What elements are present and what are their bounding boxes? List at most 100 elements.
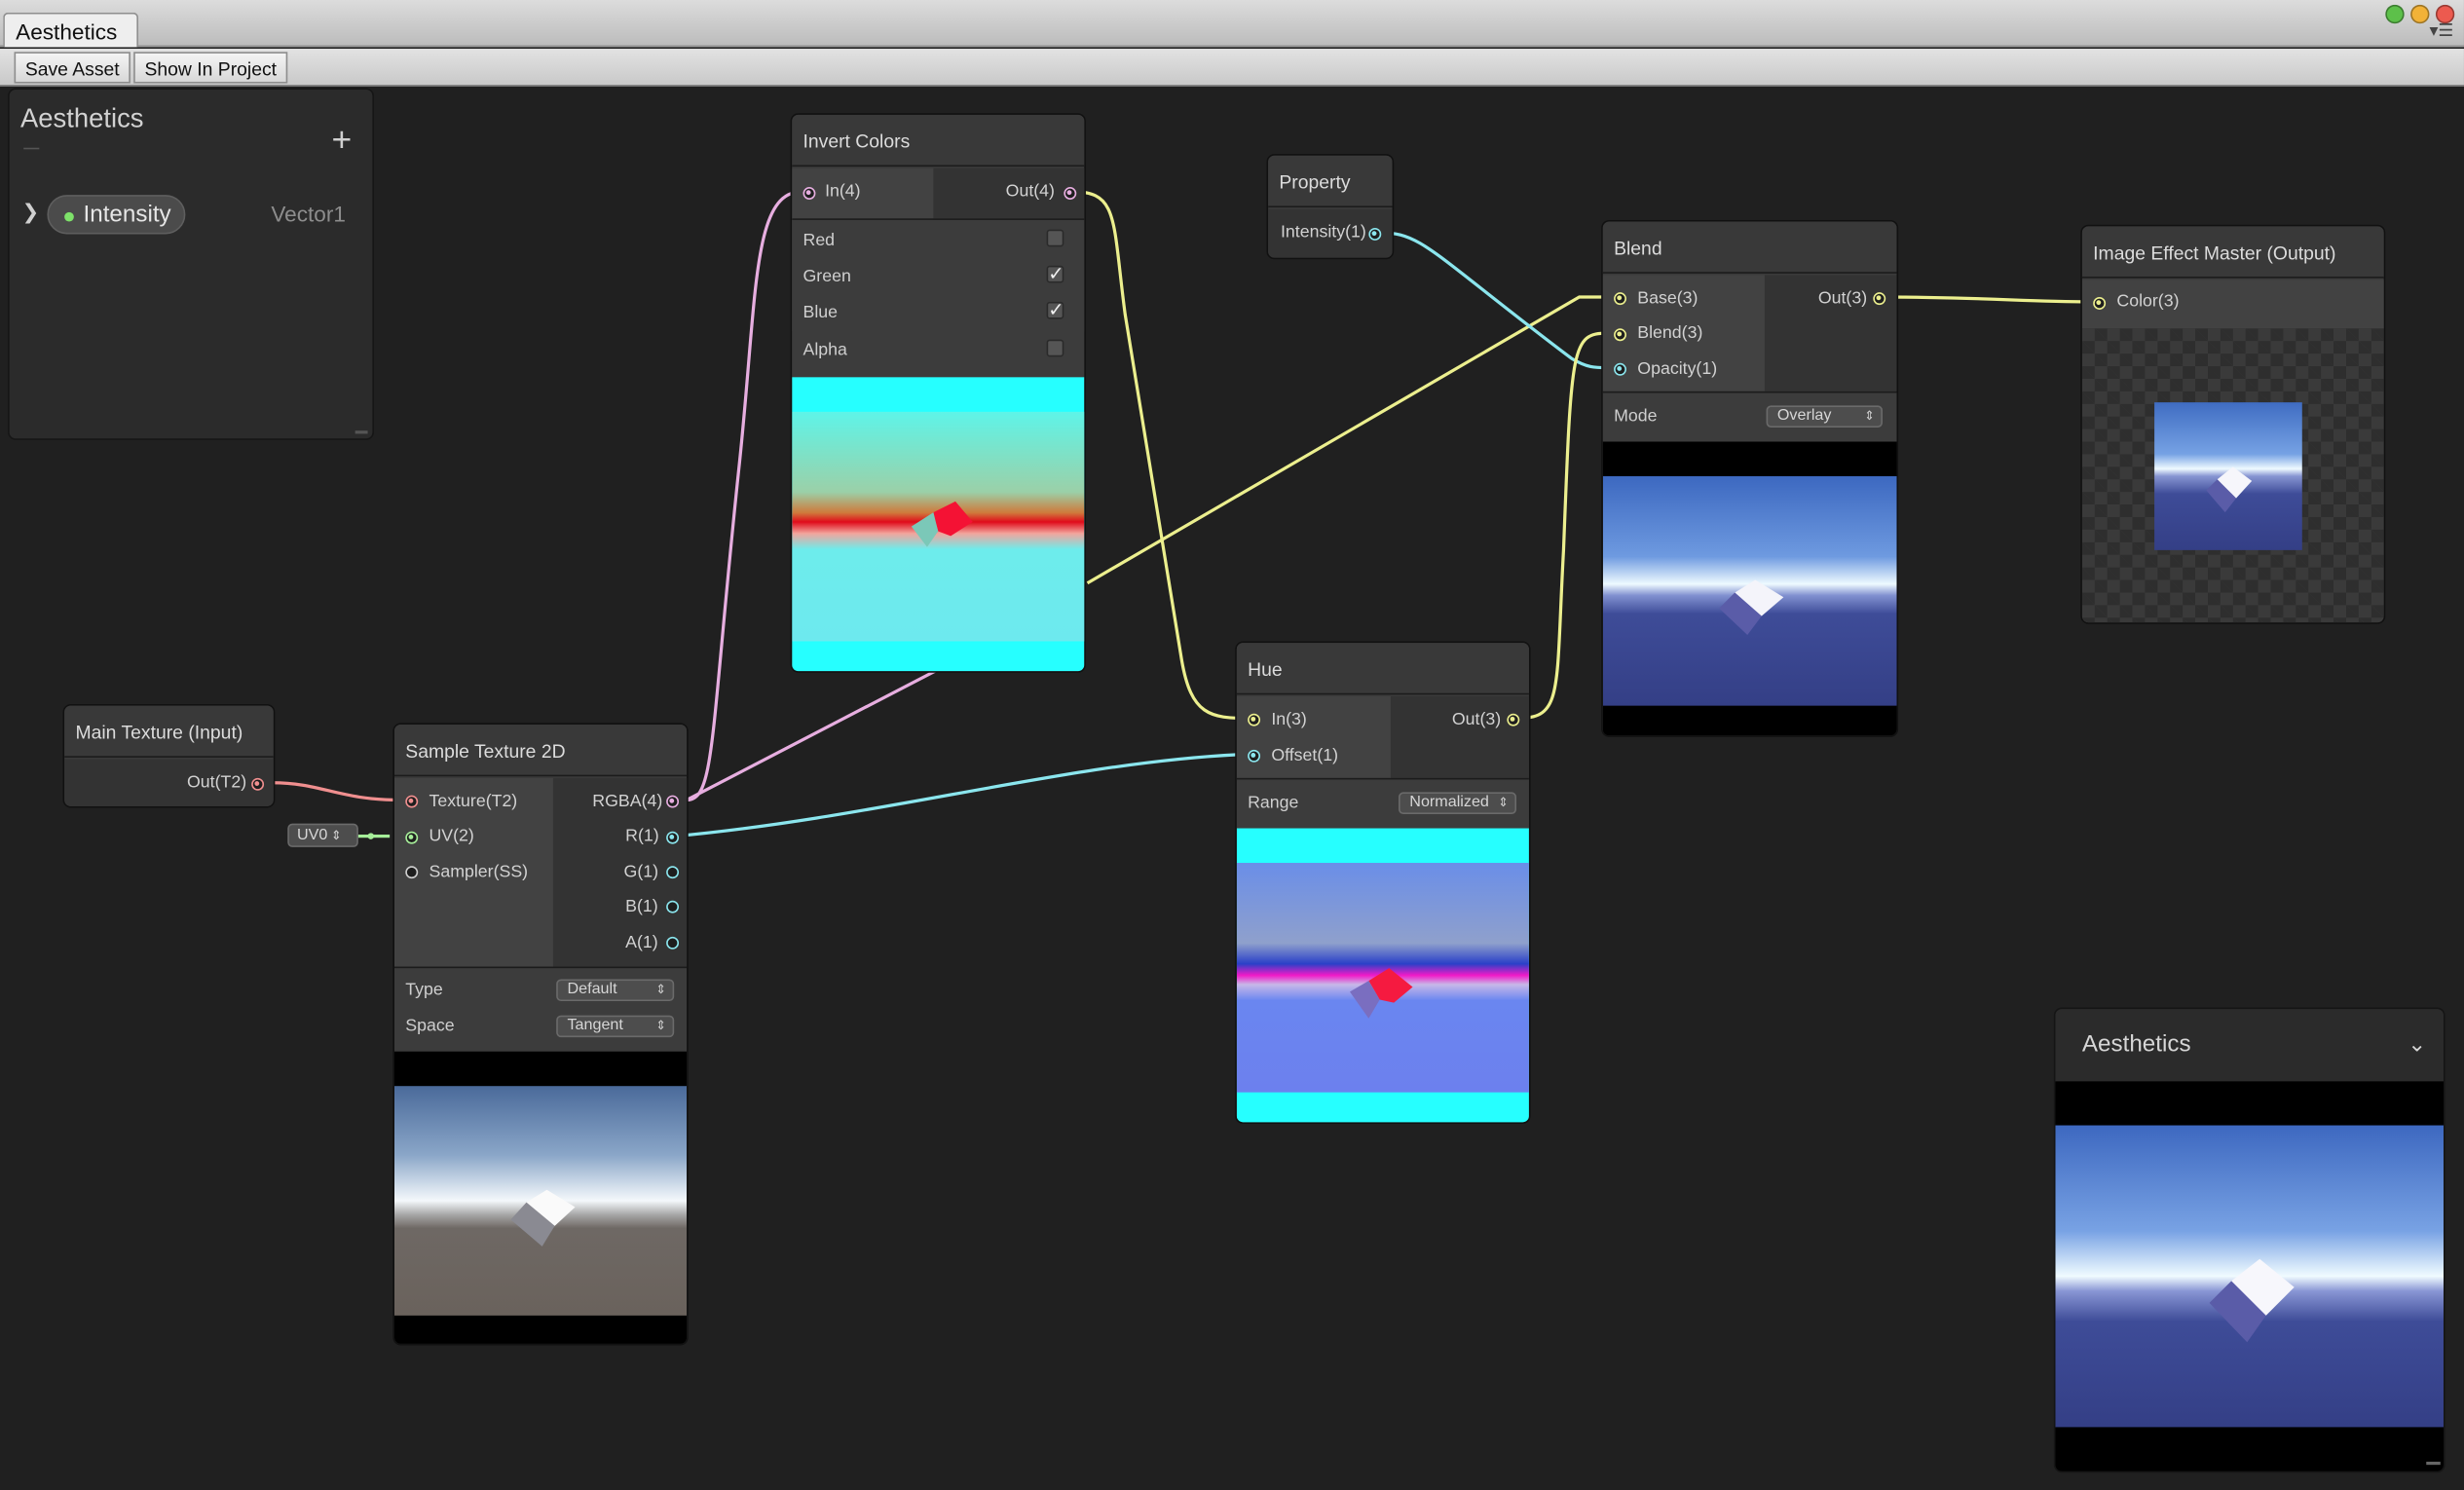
preview-render (1236, 863, 1529, 1093)
sample-texture-2d-node[interactable]: Sample Texture 2D Texture(T2) UV(2) Samp… (392, 723, 689, 1346)
checkbox-blue[interactable]: ✓ (1046, 300, 1064, 319)
mode-dropdown[interactable]: Overlay ⇕ (1766, 405, 1883, 428)
port-label-opacity: Opacity(1) (1637, 359, 1718, 379)
dropdown-arrows-icon: ⇕ (1864, 408, 1875, 424)
type-dropdown[interactable]: Default ⇕ (556, 979, 675, 1002)
mode-label: Mode (1614, 407, 1658, 427)
uv-value: UV0 (296, 826, 328, 844)
output-port-out[interactable] (1507, 713, 1520, 726)
property-pill-intensity[interactable]: Intensity (47, 195, 186, 235)
wire-blend-to-master (1882, 295, 2090, 304)
port-label-uv: UV(2) (429, 826, 474, 846)
port-label-a: A(1) (625, 933, 658, 953)
invert-colors-node[interactable]: Invert Colors In(4) Out(4) Red Green ✓ B… (790, 113, 1086, 673)
port-label-sampler: Sampler(SS) (429, 863, 529, 882)
toggle-label-blue: Blue (803, 303, 839, 322)
input-port-in[interactable] (1248, 713, 1261, 726)
main-preview-image[interactable] (2055, 1081, 2444, 1471)
output-port-out[interactable] (1064, 187, 1077, 200)
preview-render (792, 411, 1085, 642)
wire-invert-to-blend (1086, 295, 1608, 585)
port-label-g: G(1) (623, 863, 659, 882)
range-value: Normalized (1409, 794, 1489, 811)
space-value: Tangent (567, 1017, 623, 1034)
input-port-sampler[interactable] (405, 866, 419, 879)
checkbox-alpha[interactable] (1046, 339, 1064, 357)
port-label-out: Out(4) (1005, 182, 1055, 202)
node-title: Hue (1236, 643, 1529, 695)
output-port-g[interactable] (666, 866, 680, 879)
add-property-icon[interactable]: + (331, 122, 352, 158)
wire-r-to-hue (675, 753, 1242, 838)
wire-hue-to-blend (1517, 331, 1608, 721)
port-label-r: R(1) (625, 826, 659, 846)
input-port-opacity[interactable] (1614, 362, 1626, 376)
node-preview-image (393, 1051, 688, 1344)
node-preview-image (1602, 441, 1897, 736)
port-label-b: B(1) (625, 897, 658, 916)
input-port-base[interactable] (1614, 292, 1626, 306)
type-value: Default (567, 981, 617, 998)
output-port-out[interactable] (1873, 292, 1886, 306)
preview-render (2154, 402, 2302, 550)
port-label-out: Out(T2) (187, 773, 247, 793)
node-preview-image (792, 377, 1085, 672)
output-port-b[interactable] (666, 900, 680, 913)
property-name: Intensity (83, 201, 171, 229)
main-preview-panel: Aesthetics ⌄ (2053, 1007, 2445, 1473)
output-port-intensity[interactable] (1368, 228, 1382, 241)
chevron-down-icon[interactable]: ⌄ (2408, 1031, 2426, 1058)
blend-node[interactable]: Blend Base(3) Blend(3) Opacity(1) Out(3)… (1601, 219, 1899, 737)
output-port-out[interactable] (251, 777, 265, 791)
node-title: Property (1268, 155, 1393, 208)
input-port-color[interactable] (2093, 297, 2107, 310)
space-dropdown[interactable]: Tangent ⇕ (556, 1015, 675, 1038)
port-label-rgba: RGBA(4) (592, 792, 663, 811)
wire-invert-to-hue (1073, 190, 1250, 721)
blackboard-title: Aesthetics (19, 103, 144, 134)
port-label-blend: Blend(3) (1637, 323, 1703, 343)
range-dropdown[interactable]: Normalized ⇕ (1399, 792, 1517, 815)
preview-render (2055, 1125, 2444, 1466)
input-port-blend[interactable] (1614, 328, 1626, 342)
checkbox-red[interactable] (1046, 229, 1064, 247)
main-preview-title: Aesthetics (2081, 1030, 2191, 1059)
main-texture-node[interactable]: Main Texture (Input) Out(T2) (62, 704, 276, 808)
type-label: Type (405, 981, 443, 1000)
uv-channel-dropdown[interactable]: UV0 ⇕ (287, 823, 358, 847)
dropdown-arrows-icon: ⇕ (655, 1018, 667, 1033)
port-label-intensity: Intensity(1) (1281, 223, 1366, 242)
image-effect-master-node[interactable]: Image Effect Master (Output) Color(3) (2080, 224, 2386, 624)
port-label-texture: Texture(T2) (429, 792, 518, 811)
dropdown-arrows-icon: ⇕ (655, 982, 667, 997)
toggle-label-alpha: Alpha (803, 341, 847, 360)
port-label-out: Out(3) (1451, 710, 1502, 729)
property-type: Vector1 (271, 201, 346, 227)
chevron-right-icon[interactable]: ❯ (22, 200, 40, 225)
output-port-r[interactable] (666, 831, 680, 844)
wire-main-texture-to-sample (272, 781, 401, 802)
blackboard-panel: Aesthetics + ❯ Intensity Vector1 (8, 88, 375, 440)
node-title: Blend (1602, 221, 1897, 274)
input-port-in[interactable] (803, 187, 816, 200)
mode-value: Overlay (1776, 407, 1832, 425)
preview-render (1602, 476, 1897, 706)
port-label-in: In(3) (1271, 710, 1307, 729)
node-preview-image (1236, 828, 1529, 1123)
output-port-rgba[interactable] (666, 795, 680, 808)
toggle-label-green: Green (803, 267, 851, 286)
range-label: Range (1248, 794, 1299, 813)
hue-node[interactable]: Hue In(3) Offset(1) Out(3) Range Normali… (1235, 641, 1531, 1124)
space-label: Space (405, 1017, 455, 1036)
preview-render (393, 1086, 688, 1316)
node-title: Sample Texture 2D (393, 725, 688, 777)
dropdown-arrows-icon: ⇕ (1498, 795, 1509, 810)
output-port-a[interactable] (666, 936, 680, 950)
port-label-base: Base(3) (1637, 288, 1699, 309)
property-node[interactable]: Property Intensity(1) (1266, 154, 1395, 260)
checkbox-green[interactable]: ✓ (1046, 264, 1064, 283)
input-port-texture[interactable] (405, 795, 419, 808)
input-port-uv[interactable] (405, 831, 419, 844)
resize-handle-icon[interactable] (355, 430, 368, 434)
input-port-offset[interactable] (1248, 749, 1261, 763)
